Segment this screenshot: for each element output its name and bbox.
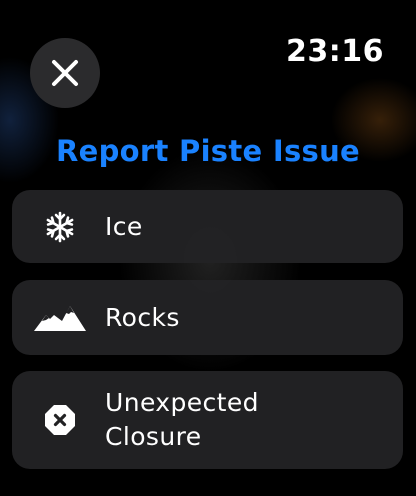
option-label: Unexpected Closure xyxy=(105,388,259,451)
option-label: Rocks xyxy=(105,302,180,332)
close-button[interactable] xyxy=(30,38,100,108)
snowflake-icon xyxy=(32,207,88,247)
watch-screen: 23:16 Report Piste Issue Ice Rocks Unexp… xyxy=(0,0,416,496)
option-ice[interactable]: Ice xyxy=(12,190,403,263)
status-time: 23:16 xyxy=(286,34,384,69)
mountains-icon xyxy=(32,298,88,338)
xmark-octagon-icon xyxy=(32,400,88,440)
xmark-icon xyxy=(51,59,79,87)
page-title: Report Piste Issue xyxy=(55,134,361,168)
option-rocks[interactable]: Rocks xyxy=(12,280,403,355)
option-label: Ice xyxy=(105,211,143,241)
option-unexpected-closure[interactable]: Unexpected Closure xyxy=(12,371,403,469)
